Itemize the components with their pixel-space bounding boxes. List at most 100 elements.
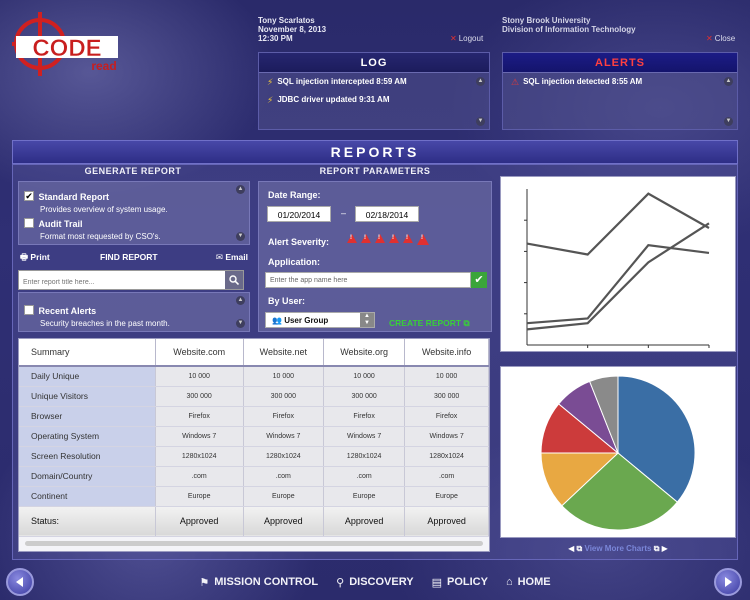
close-label: Close xyxy=(714,34,736,43)
severity-4-icon[interactable] xyxy=(389,234,399,243)
chevron-right-icon[interactable]: ▶ xyxy=(662,544,668,553)
column-header[interactable]: Summary xyxy=(19,339,156,367)
scroll-up-icon[interactable]: ▲ xyxy=(476,77,485,86)
scroll-down-icon[interactable]: ▼ xyxy=(236,319,245,328)
pie-chart xyxy=(500,366,736,538)
user-group-select[interactable]: 👥 User Group ▲ ▼ xyxy=(265,312,375,328)
report-type-list: ✔ Standard Report Provides overview of s… xyxy=(18,181,250,245)
table-cell: 10 000 xyxy=(323,366,406,387)
user-date: November 8, 2013 xyxy=(258,25,327,34)
table-cell: Windows 7 xyxy=(243,426,325,447)
email-button[interactable]: ✉ Email xyxy=(216,252,248,263)
report-type-audit[interactable]: Audit Trail Format most requested by CSO… xyxy=(24,214,161,241)
checkbox[interactable] xyxy=(24,304,34,315)
logout-link[interactable]: ✕ Logout xyxy=(450,34,483,43)
row-label: Browser xyxy=(19,406,156,427)
users-icon: 👥 xyxy=(272,316,282,325)
create-report-button[interactable]: CREATE REPORT ⧉ xyxy=(389,318,470,329)
checkbox-checked[interactable]: ✔ xyxy=(24,190,34,201)
status-row: Status: Approved Approved Approved Appro… xyxy=(19,506,489,537)
column-header[interactable]: Website.info xyxy=(404,339,489,367)
nav-policy[interactable]: ▤ POLICY xyxy=(432,572,488,592)
report-type-standard[interactable]: ✔ Standard Report Provides overview of s… xyxy=(24,187,168,214)
severity-1-icon[interactable] xyxy=(347,234,357,243)
scroll-down-icon[interactable]: ▼ xyxy=(236,232,245,241)
checkbox[interactable] xyxy=(24,217,34,228)
application-input[interactable]: Enter the app name here xyxy=(265,272,471,288)
chevron-left-icon[interactable]: ◀ xyxy=(568,544,574,553)
table-cell: 10 000 xyxy=(243,366,325,387)
recent-alerts-desc: Security breaches in the past month. xyxy=(40,319,170,328)
column-header[interactable]: Website.org xyxy=(323,339,406,367)
alerts-title: ALERTS xyxy=(503,53,737,73)
recent-alerts-item[interactable]: Recent Alerts Security breaches in the p… xyxy=(24,301,170,328)
line-series-2 xyxy=(526,222,710,331)
main-nav: ⚑ MISSION CONTROL ⚲ DISCOVERY ▤ POLICY ⌂ HOM… xyxy=(0,572,750,592)
table-cell: .com xyxy=(323,466,406,487)
severity-2-icon[interactable] xyxy=(361,234,371,243)
table-cell: 10 000 xyxy=(404,366,489,387)
alerts-scrollbar[interactable]: ▲ ▼ xyxy=(724,77,734,126)
search-button[interactable] xyxy=(225,271,243,289)
scroll-down-icon[interactable]: ▼ xyxy=(476,117,485,126)
report-search-input[interactable] xyxy=(19,273,223,292)
org-line1: Stony Brook University xyxy=(502,16,591,25)
date-separator: – xyxy=(341,208,347,218)
column-header[interactable]: Website.net xyxy=(243,339,325,367)
log-scrollbar[interactable]: ▲ ▼ xyxy=(476,77,486,126)
next-button[interactable] xyxy=(714,568,742,596)
nav-label: MISSION CONTROL xyxy=(214,576,319,588)
print-button[interactable]: 🖶 Print xyxy=(20,252,50,266)
row-label: Continent xyxy=(19,486,156,507)
table-cell: Windows 7 xyxy=(155,426,244,447)
logo-sub: read xyxy=(91,59,116,73)
table-cell: Windows 7 xyxy=(323,426,406,447)
nav-discovery[interactable]: ⚲ DISCOVERY xyxy=(336,572,413,592)
status-cell: Approved xyxy=(323,506,406,537)
print-label: Print xyxy=(30,252,50,262)
scroll-up-icon[interactable]: ▲ xyxy=(236,185,245,194)
date-to-input[interactable]: 02/18/2014 xyxy=(355,206,419,222)
org-info: Stony Brook University Division of Infor… xyxy=(502,16,636,34)
table-cell: 1280x1024 xyxy=(323,446,406,467)
nav-label: HOME xyxy=(517,576,551,588)
alert-severity-label: Alert Severity: xyxy=(268,237,330,247)
by-user-label: By User: xyxy=(268,296,306,306)
severity-3-icon[interactable] xyxy=(375,234,385,243)
view-more-charts[interactable]: ◀ ⧉ View More Charts ⧉ ▶ xyxy=(500,544,736,554)
scroll-down-icon[interactable]: ▼ xyxy=(724,117,733,126)
status-cell: Approved xyxy=(243,506,325,537)
report-type-scrollbar[interactable]: ▲ ▼ xyxy=(236,185,246,241)
nav-mission-control[interactable]: ⚑ MISSION CONTROL xyxy=(199,572,318,592)
logo-word: CODE xyxy=(32,35,101,62)
report-type-title: Audit Trail xyxy=(38,219,83,229)
date-from-input[interactable]: 01/20/2014 xyxy=(267,206,331,222)
column-header[interactable]: Website.com xyxy=(155,339,244,367)
search-icon xyxy=(229,275,239,285)
recent-alerts-list: Recent Alerts Security breaches in the p… xyxy=(18,292,250,332)
recent-scrollbar[interactable]: ▲ ▼ xyxy=(236,296,246,328)
severity-selector[interactable] xyxy=(347,234,431,245)
user-time: 12:30 PM xyxy=(258,34,293,43)
scroll-up-icon[interactable]: ▲ xyxy=(724,77,733,86)
severity-5-icon[interactable] xyxy=(403,234,413,243)
date-range-label: Date Range: xyxy=(268,190,321,200)
warning-icon: ⚠ xyxy=(511,77,520,87)
table-cell: Firefox xyxy=(323,406,406,427)
close-link[interactable]: ✕ Close xyxy=(706,34,735,43)
nav-home[interactable]: ⌂ HOME xyxy=(506,572,551,592)
status-cell: Approved xyxy=(155,506,244,537)
find-report-label: FIND REPORT xyxy=(100,252,158,262)
scroll-up-icon[interactable]: ▲ xyxy=(236,296,245,305)
log-entry: ⚡ JDBC driver updated 9:31 AM xyxy=(259,91,489,109)
table-cell: .com xyxy=(243,466,325,487)
export-icon: ⧉ xyxy=(463,318,470,328)
table-row: Operating System Windows 7 Windows 7 Win… xyxy=(19,426,489,447)
row-label: Operating System xyxy=(19,426,156,447)
table-horizontal-scrollbar[interactable] xyxy=(25,541,483,546)
table-cell: Europe xyxy=(243,486,325,507)
reports-title: REPORTS xyxy=(12,140,738,164)
confirm-app-button[interactable]: ✔ xyxy=(471,272,487,288)
severity-6-icon[interactable] xyxy=(417,234,429,245)
create-report-label: CREATE REPORT xyxy=(389,318,462,328)
